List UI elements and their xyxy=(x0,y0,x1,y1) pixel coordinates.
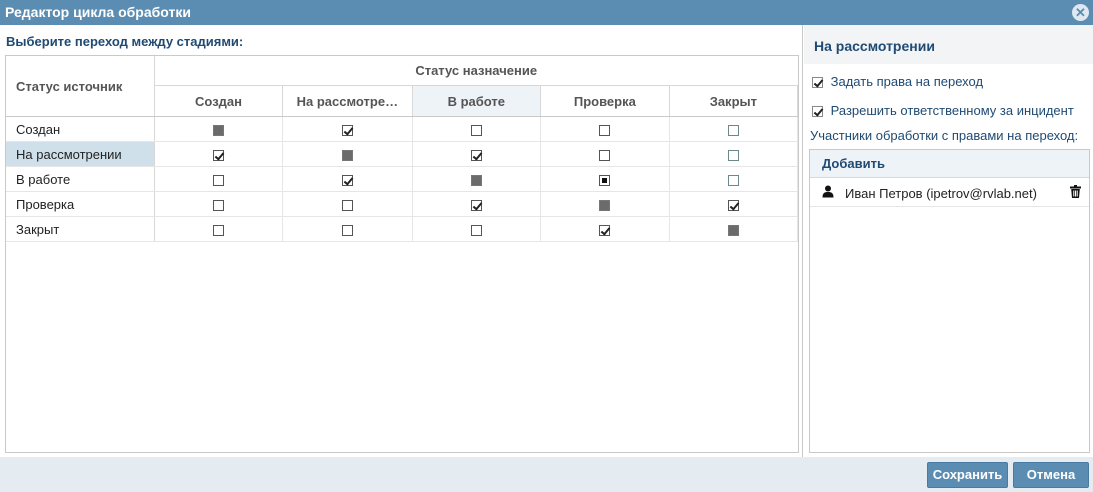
transition-cell[interactable] xyxy=(282,216,413,242)
transition-checkbox[interactable] xyxy=(213,224,225,236)
transition-checkbox[interactable] xyxy=(599,124,611,136)
transition-cell[interactable] xyxy=(154,191,284,217)
matrix-row[interactable]: Закрыт xyxy=(6,216,799,242)
transition-checkbox[interactable] xyxy=(213,199,225,211)
cancel-button[interactable]: Отмена xyxy=(1013,462,1089,488)
transition-checkbox[interactable] xyxy=(470,124,482,136)
save-button[interactable]: Сохранить xyxy=(927,462,1008,488)
transition-cell[interactable] xyxy=(540,141,670,167)
transition-cell[interactable] xyxy=(282,191,413,217)
transition-checkbox[interactable] xyxy=(341,224,353,236)
source-status-header: Статус источник xyxy=(6,56,155,117)
self-transition-checkbox xyxy=(341,149,353,161)
transition-cell[interactable] xyxy=(154,216,284,242)
dest-column-header: Закрыт xyxy=(669,85,799,117)
matrix-row[interactable]: На рассмотрении xyxy=(6,141,799,167)
transition-checkbox[interactable] xyxy=(341,124,353,136)
transition-checkbox[interactable] xyxy=(727,199,739,211)
add-participant-button[interactable]: Добавить xyxy=(810,150,1089,178)
transition-matrix: Статус источник Статус назначение Создан… xyxy=(6,56,799,242)
matrix-row[interactable]: Создан xyxy=(6,116,799,142)
transition-checkbox[interactable] xyxy=(599,149,611,161)
allow-responsible-checkbox[interactable] xyxy=(812,106,823,118)
set-rights-checkbox[interactable] xyxy=(812,77,823,89)
transition-checkbox[interactable] xyxy=(470,199,482,211)
dest-column-header: В работе xyxy=(412,85,542,117)
allow-responsible-option[interactable]: Разрешить ответственному за инцидент xyxy=(812,103,1074,118)
transition-cell[interactable] xyxy=(412,166,542,192)
transition-cell[interactable] xyxy=(540,216,670,242)
transition-checkbox[interactable] xyxy=(341,199,353,211)
transition-heading: Выберите переход между стадиями: xyxy=(6,34,244,49)
dialog-footer: Сохранить Отмена xyxy=(0,457,1093,492)
transition-cell[interactable] xyxy=(154,166,284,192)
transition-matrix-panel: Статус источник Статус назначение Создан… xyxy=(5,55,799,453)
self-transition-checkbox xyxy=(727,224,739,236)
source-status-label[interactable]: На рассмотрении xyxy=(6,141,155,167)
transition-cell[interactable] xyxy=(282,166,413,192)
transition-checkbox[interactable] xyxy=(213,149,225,161)
transition-cell[interactable] xyxy=(540,166,670,192)
transition-cell[interactable] xyxy=(412,116,542,142)
user-icon xyxy=(822,185,834,201)
transition-checkbox[interactable] xyxy=(727,124,739,136)
self-transition-checkbox xyxy=(470,174,482,186)
transition-checkbox[interactable] xyxy=(599,174,611,186)
set-rights-option[interactable]: Задать права на переход xyxy=(812,74,983,89)
transition-cell[interactable] xyxy=(540,191,670,217)
transition-checkbox[interactable] xyxy=(599,224,611,236)
transition-checkbox[interactable] xyxy=(213,174,225,186)
panel-splitter[interactable] xyxy=(802,25,803,457)
matrix-row[interactable]: Проверка xyxy=(6,191,799,217)
destination-status-header: Статус назначение xyxy=(154,56,798,87)
dest-column-header: Проверка xyxy=(540,85,670,117)
set-rights-label: Задать права на переход xyxy=(830,74,984,89)
window-title: Редактор цикла обработки xyxy=(5,4,191,20)
participant-row[interactable]: Иван Петров (ipetrov@rvlab.net) xyxy=(810,179,1089,207)
transition-cell[interactable] xyxy=(669,191,799,217)
selected-status-title: На рассмотрении xyxy=(804,25,1093,64)
transition-cell[interactable] xyxy=(669,216,799,242)
transition-cell[interactable] xyxy=(412,141,542,167)
dest-column-header: Создан xyxy=(154,85,284,117)
transition-checkbox[interactable] xyxy=(341,174,353,186)
transition-cell[interactable] xyxy=(282,116,413,142)
participants-list: Добавить Иван Петров (ipetrov@rvlab.net) xyxy=(809,149,1090,453)
source-status-label[interactable]: Закрыт xyxy=(6,216,155,242)
transition-checkbox[interactable] xyxy=(727,174,739,186)
transition-cell[interactable] xyxy=(412,216,542,242)
transition-checkbox[interactable] xyxy=(727,149,739,161)
close-icon[interactable]: ✕ xyxy=(1072,4,1089,21)
participant-name: Иван Петров (ipetrov@rvlab.net) xyxy=(845,186,1037,201)
self-transition-checkbox xyxy=(213,124,225,136)
transition-cell[interactable] xyxy=(282,141,413,167)
transition-cell[interactable] xyxy=(154,116,284,142)
trash-icon[interactable] xyxy=(1070,185,1081,201)
transition-checkbox[interactable] xyxy=(470,149,482,161)
transition-cell[interactable] xyxy=(669,141,799,167)
transition-cell[interactable] xyxy=(412,191,542,217)
transition-checkbox[interactable] xyxy=(470,224,482,236)
transition-cell[interactable] xyxy=(154,141,284,167)
allow-responsible-label: Разрешить ответственному за инцидент xyxy=(830,103,1074,118)
participants-label: Участники обработки с правами на переход… xyxy=(810,128,1079,143)
source-status-label[interactable]: В работе xyxy=(6,166,155,192)
title-bar: Редактор цикла обработки ✕ xyxy=(0,0,1093,25)
transition-cell[interactable] xyxy=(669,116,799,142)
dest-column-header: На рассмотре… xyxy=(282,85,413,117)
self-transition-checkbox xyxy=(599,199,611,211)
transition-cell[interactable] xyxy=(540,116,670,142)
source-status-label[interactable]: Создан xyxy=(6,116,155,142)
matrix-row[interactable]: В работе xyxy=(6,166,799,192)
source-status-label[interactable]: Проверка xyxy=(6,191,155,217)
transition-cell[interactable] xyxy=(669,166,799,192)
